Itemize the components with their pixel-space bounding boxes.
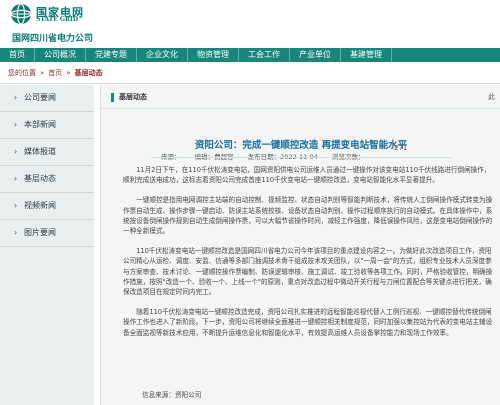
chevron-right-icon: › (14, 120, 18, 129)
sidebar-item-video-news[interactable]: › 视频新闻 (0, 193, 94, 220)
section-label: 基层动态 (119, 93, 147, 101)
nav-item-industry-units[interactable]: 产业单位 (290, 48, 341, 62)
main-nav: 首页 公司概况 党建专题 企业文化 物资管理 工会工作 产业单位 基建管理 (0, 48, 500, 62)
brand-name-en: STATE GRID (36, 16, 79, 23)
nav-item-union[interactable]: 工会工作 (239, 48, 290, 62)
chevron-right-icon: › (14, 93, 18, 102)
breadcrumb-separator: » (66, 69, 71, 77)
breadcrumb: 您的位置» 首页» 基层动态 (8, 68, 103, 78)
chevron-right-icon: › (14, 201, 18, 210)
breadcrumb-separator: » (40, 69, 45, 77)
site-header: 国家电网 STATE GRID 国网四川省电力公司 (0, 0, 500, 47)
chevron-right-icon: › (14, 228, 18, 237)
sidebar-item-grassroots[interactable]: › 基层动态 (0, 166, 94, 193)
chevron-right-icon: › (14, 174, 18, 183)
title-divider (151, 157, 451, 158)
sidebar: › 公司要闻 › 本部新闻 › 媒体报道 › 基层动态 › 视频新闻 › 图片要闻 (0, 85, 94, 405)
nav-item-corporate-culture[interactable]: 企业文化 (137, 48, 188, 62)
sidebar-item-company-news[interactable]: › 公司要闻 (0, 85, 94, 112)
company-name: 国网四川省电力公司 (12, 34, 94, 44)
sidebar-item-label: 视频新闻 (24, 201, 56, 210)
article-meta: 来源： 编辑：费超容 发布日期：2022-11-04 浏览次数： (161, 151, 377, 161)
article-paragraph: 一键顺控是指用电网调控主站端的自动控制、视频监控、状态自动判别等智能判断技术，将… (123, 196, 493, 236)
sidebar-item-label: 基层动态 (24, 174, 56, 183)
article-title: 资阳公司：完成一键顺控改造 再提变电站智能水平 (194, 140, 408, 151)
article-paragraph: 11月2日下午，在110千伏松涛变电站，国网资阳供电公司运维人员通过一键操作对该… (123, 166, 491, 185)
article-body: 11月2日下午，在110千伏松涛变电站，国网资阳供电公司运维人员通过一键操作对该… (123, 165, 495, 348)
nav-item-party-building[interactable]: 党建专题 (86, 48, 137, 62)
sidebar-item-label: 本部新闻 (24, 120, 56, 129)
article-panel: 基层动态 此 资阳公司：完成一键顺控改造 再提变电站智能水平 271 来源： 编… (100, 85, 500, 405)
state-grid-logo-icon[interactable] (10, 3, 32, 25)
article-source: 信息来源：资阳公司 (142, 391, 202, 399)
sidebar-item-hq-news[interactable]: › 本部新闻 (0, 112, 94, 139)
section-header: 基层动态 此 (101, 85, 500, 109)
chevron-right-icon: › (14, 147, 18, 156)
nav-item-company-overview[interactable]: 公司概况 (35, 48, 86, 62)
sidebar-item-label: 公司要闻 (24, 93, 56, 102)
section-marker (111, 93, 114, 102)
section-edge-text: 此 (488, 93, 495, 101)
breadcrumb-current[interactable]: 基层动态 (75, 69, 103, 77)
sidebar-item-label: 媒体报道 (24, 147, 56, 156)
breadcrumb-home-link[interactable]: 首页 (48, 69, 62, 77)
view-count: 271 (394, 144, 408, 152)
nav-item-materials[interactable]: 物资管理 (188, 48, 239, 62)
nav-item-home[interactable]: 首页 (0, 48, 35, 62)
article-paragraph: 随着110千伏松涛变电站一键顺控改造完成，资阳公司扎实推进的远程智能巡视代替人工… (123, 308, 493, 337)
breadcrumb-bar: 您的位置» 首页» 基层动态 (0, 62, 500, 84)
sidebar-item-media-reports[interactable]: › 媒体报道 (0, 139, 94, 166)
article-paragraph: 110千伏松涛变电站一键顺控改造是国网四川省电力公司今年该项目的重点建设内容之一… (123, 247, 493, 297)
sidebar-item-label: 图片要闻 (24, 228, 56, 237)
breadcrumb-prefix: 您的位置 (8, 69, 36, 77)
nav-item-infrastructure[interactable]: 基建管理 (341, 48, 392, 62)
sidebar-item-photo-news[interactable]: › 图片要闻 (0, 220, 94, 247)
